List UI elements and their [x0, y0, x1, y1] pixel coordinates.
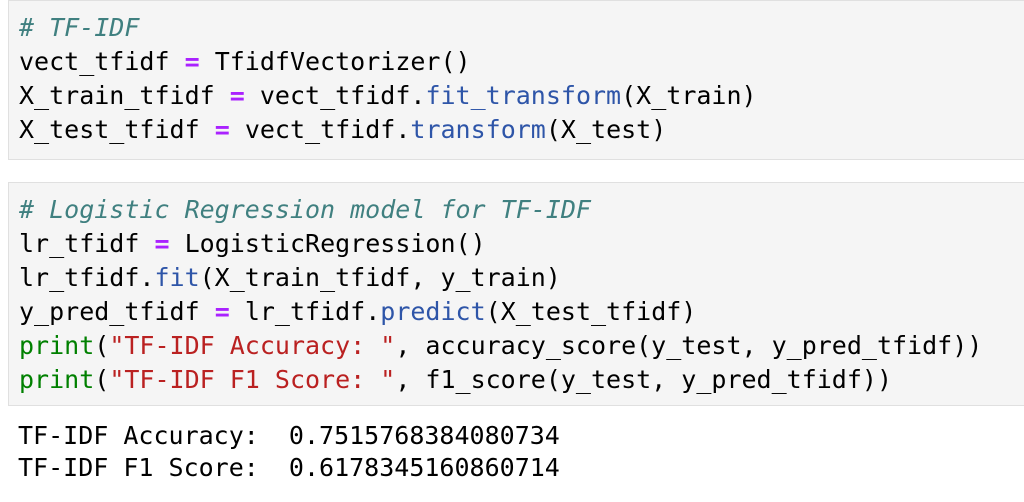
- code-paren: (: [94, 365, 110, 394]
- code-args: , accuracy_score(y_test, y_pred_tfidf)): [395, 331, 983, 360]
- code-variable: X_train_tfidf: [19, 81, 215, 110]
- code-method: fit_transform: [425, 81, 622, 110]
- code-object: vect_tfidf.: [244, 115, 411, 144]
- code-object: vect_tfidf.: [259, 81, 426, 110]
- code-line: y_pred_tfidf = lr_tfidf.predict(X_test_t…: [19, 297, 696, 327]
- code-line-comment: # TF-IDF: [19, 13, 139, 43]
- code-string: "TF-IDF Accuracy: ": [109, 331, 396, 360]
- code-line: print("TF-IDF Accuracy: ", accuracy_scor…: [19, 331, 982, 361]
- code-expression: TfidfVectorizer(): [214, 47, 471, 76]
- code-object: lr_tfidf.: [244, 297, 381, 326]
- code-operator: =: [154, 229, 170, 258]
- output-line-f1-score: TF-IDF F1 Score: 0.6178345160860714: [18, 453, 560, 482]
- code-object: lr_tfidf.: [19, 263, 155, 292]
- code-builtin: print: [19, 331, 95, 360]
- notebook: # TF-IDF vect_tfidf = TfidfVectorizer() …: [0, 0, 1024, 502]
- code-comment: # Logistic Regression model for TF-IDF: [19, 195, 591, 224]
- output-line-accuracy: TF-IDF Accuracy: 0.7515768384080734: [18, 421, 560, 450]
- code-operator: =: [214, 297, 230, 326]
- code-cell-tfidf[interactable]: # TF-IDF vect_tfidf = TfidfVectorizer() …: [8, 0, 1024, 160]
- code-paren: (: [94, 331, 110, 360]
- code-variable: vect_tfidf: [19, 47, 170, 76]
- code-variable: lr_tfidf: [19, 229, 140, 258]
- code-line: vect_tfidf = TfidfVectorizer(): [19, 47, 471, 77]
- code-variable: X_test_tfidf: [19, 115, 200, 144]
- code-args: (X_train_tfidf, y_train): [199, 263, 561, 292]
- code-args: , f1_score(y_test, y_pred_tfidf)): [395, 365, 893, 394]
- code-operator: =: [184, 47, 200, 76]
- code-line: X_test_tfidf = vect_tfidf.transform(X_te…: [19, 115, 666, 145]
- code-args: (X_test_tfidf): [485, 297, 697, 326]
- code-operator: =: [229, 81, 245, 110]
- code-cell-logistic-regression[interactable]: # Logistic Regression model for TF-IDF l…: [8, 182, 1024, 406]
- code-line: lr_tfidf = LogisticRegression(): [19, 229, 486, 259]
- code-variable: y_pred_tfidf: [19, 297, 200, 326]
- cell-output: TF-IDF Accuracy: 0.7515768384080734 TF-I…: [8, 408, 1024, 502]
- code-args: (X_test): [545, 115, 667, 144]
- code-expression: LogisticRegression(): [184, 229, 486, 258]
- code-args: (X_train): [621, 81, 757, 110]
- code-line: X_train_tfidf = vect_tfidf.fit_transform…: [19, 81, 757, 111]
- code-builtin: print: [19, 365, 95, 394]
- code-comment: # TF-IDF: [19, 13, 140, 42]
- code-method: predict: [380, 297, 486, 326]
- code-method: fit: [154, 263, 200, 292]
- code-line: lr_tfidf.fit(X_train_tfidf, y_train): [19, 263, 561, 293]
- code-operator: =: [214, 115, 230, 144]
- code-line-comment: # Logistic Regression model for TF-IDF: [19, 195, 591, 225]
- code-line: print("TF-IDF F1 Score: ", f1_score(y_te…: [19, 365, 892, 395]
- code-string: "TF-IDF F1 Score: ": [109, 365, 396, 394]
- code-method: transform: [410, 115, 546, 144]
